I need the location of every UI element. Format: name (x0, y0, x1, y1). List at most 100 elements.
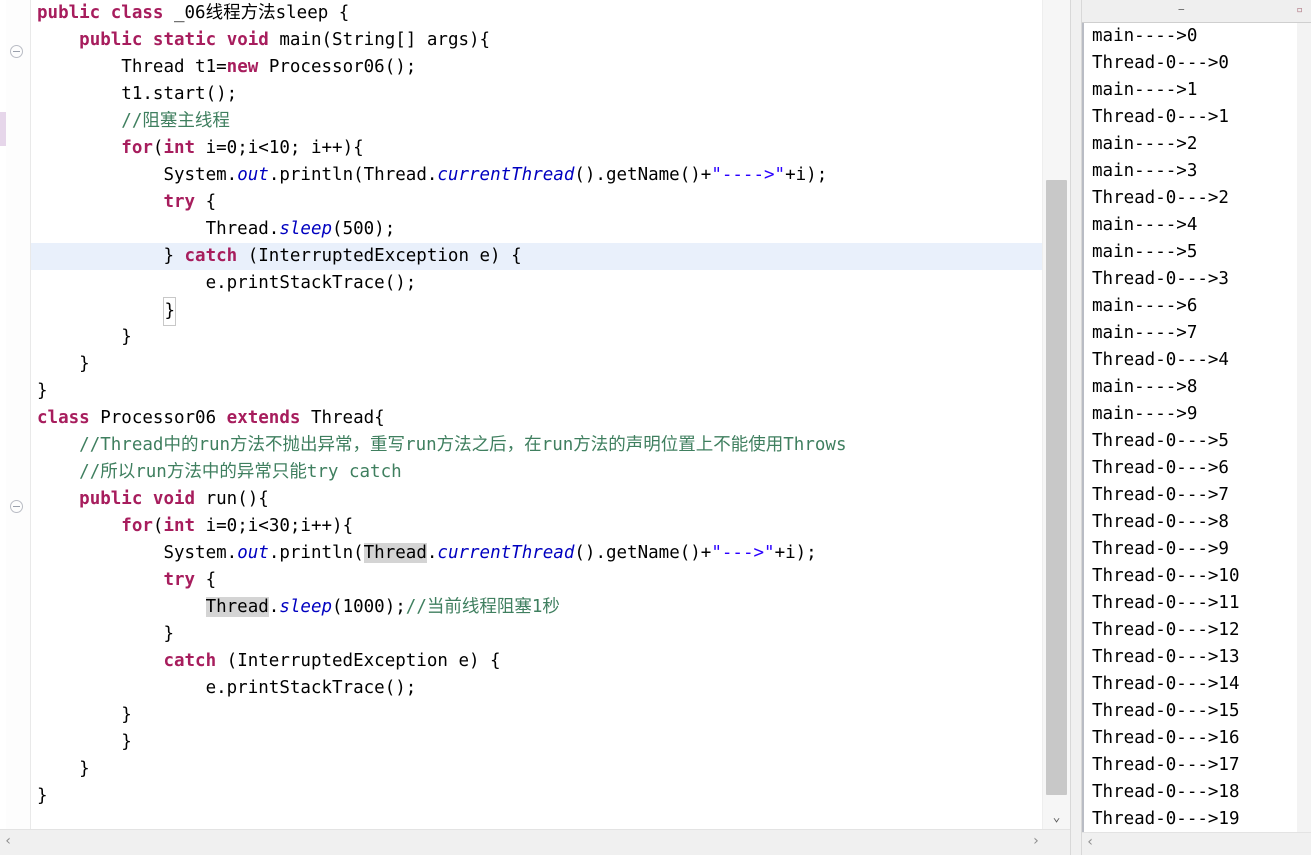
code-line-text: } (31, 783, 48, 810)
code-line-text: e.printStackTrace(); (31, 675, 417, 702)
code-line[interactable]: } catch (InterruptedException e) { (31, 243, 1043, 270)
code-line[interactable]: public class _06线程方法sleep { (31, 0, 1043, 27)
console-line: Thread-0--->9 (1092, 539, 1229, 559)
code-text-area[interactable]: public class _06线程方法sleep { public stati… (31, 0, 1043, 830)
code-line[interactable]: Thread t1=new Processor06(); (31, 54, 1043, 81)
code-line[interactable]: } (31, 621, 1043, 648)
code-line-text: try { (31, 189, 216, 216)
console-line: Thread-0--->18 (1092, 782, 1240, 802)
code-line[interactable]: Thread.sleep(500); (31, 216, 1043, 243)
fold-collapse-icon[interactable] (10, 45, 23, 58)
code-line-text: catch (InterruptedException e) { (31, 648, 500, 675)
console-output[interactable]: main---->0 Thread-0--->0 main---->1 Thread-… (1082, 23, 1297, 833)
chevron-left-icon[interactable]: ‹ (1086, 834, 1094, 850)
code-token: try (163, 570, 206, 590)
horizontal-scroll-thumb[interactable] (16, 834, 1038, 850)
fold-collapse-icon[interactable] (10, 500, 23, 513)
console-line: Thread-0--->1 (1092, 107, 1229, 127)
code-token: catch (163, 651, 227, 671)
console-line: Thread-0--->11 (1092, 593, 1240, 613)
code-line-text: Thread t1=new Processor06(); (31, 54, 416, 81)
code-line-text: try { (31, 567, 216, 594)
console-toolbar[interactable]: − ▫ (1082, 0, 1311, 23)
minimize-icon[interactable]: − (1178, 3, 1185, 16)
console-line: main---->2 (1092, 134, 1198, 154)
code-token: } (163, 297, 176, 326)
code-line[interactable]: } (31, 378, 1043, 405)
code-line[interactable]: System.out.println(Thread.currentThread(… (31, 540, 1043, 567)
code-token: } (79, 759, 90, 779)
scroll-up-area[interactable] (1043, 0, 1070, 17)
chevron-down-icon[interactable]: ⌄ (1043, 806, 1070, 830)
chevron-left-icon[interactable]: ‹ (4, 833, 12, 849)
code-line[interactable]: e.printStackTrace(); (31, 270, 1043, 297)
code-token: class (110, 3, 174, 23)
code-line[interactable]: //阻塞主线程 (31, 108, 1043, 135)
code-line[interactable]: } (31, 351, 1043, 378)
code-line[interactable]: //Thread中的run方法不抛出异常，重写run方法之后，在run方法的声明… (31, 432, 1043, 459)
code-line[interactable]: catch (InterruptedException e) { (31, 648, 1043, 675)
console-line: Thread-0--->8 (1092, 512, 1229, 532)
code-token: sleep (279, 597, 333, 617)
code-line-text: } (31, 351, 90, 378)
code-token: //当前线程阻塞1秒 (405, 597, 560, 617)
code-line[interactable]: Thread.sleep(1000);//当前线程阻塞1秒 (31, 594, 1043, 621)
pane-splitter[interactable] (1070, 0, 1082, 855)
code-line[interactable]: try { (31, 567, 1043, 594)
code-token: { (205, 192, 217, 212)
code-token: public (79, 489, 153, 509)
console-line: Thread-0--->16 (1092, 728, 1240, 748)
console-line: main---->0 (1092, 26, 1198, 46)
code-token: extends (226, 408, 311, 428)
code-line[interactable]: public static void main(String[] args){ (31, 27, 1043, 54)
code-token: } (163, 246, 185, 266)
code-token: try (163, 192, 206, 212)
code-token: currentThread (437, 543, 575, 563)
code-token: +i); (785, 165, 828, 185)
code-token: currentThread (437, 165, 575, 185)
code-line[interactable]: } (31, 324, 1043, 351)
code-line[interactable]: t1.start(); (31, 81, 1043, 108)
code-line-text: } (31, 621, 174, 648)
console-horizontal-scrollbar[interactable]: ‹ (1082, 832, 1311, 855)
code-line[interactable]: class Processor06 extends Thread{ (31, 405, 1043, 432)
code-token: .println(Thread. (268, 165, 438, 185)
code-line-text: System.out.println(Thread.currentThread(… (31, 162, 827, 189)
code-editor-pane: public class _06线程方法sleep { public stati… (0, 0, 1070, 855)
console-vertical-scrollbar[interactable] (1297, 23, 1311, 833)
code-token: void (152, 489, 206, 509)
chevron-right-icon[interactable]: › (1032, 833, 1040, 849)
maximize-icon[interactable]: ▫ (1296, 3, 1303, 16)
console-line: Thread-0--->7 (1092, 485, 1229, 505)
code-line[interactable]: } (31, 783, 1043, 810)
code-line[interactable]: } (31, 702, 1043, 729)
code-token: for (121, 516, 153, 536)
console-line: main---->9 (1092, 404, 1198, 424)
code-token: t1.start(); (121, 84, 238, 104)
code-line[interactable]: } (31, 756, 1043, 783)
code-token: Processor06(); (268, 57, 417, 77)
code-line[interactable]: //所以run方法中的异常只能try catch (31, 459, 1043, 486)
code-token: class (37, 408, 101, 428)
code-line[interactable]: public void run(){ (31, 486, 1043, 513)
code-token: ( (152, 138, 164, 158)
code-line-text: } (31, 702, 132, 729)
code-token: Thread (363, 543, 427, 563)
editor-horizontal-scrollbar[interactable]: ‹ › (0, 829, 1070, 855)
code-token: } (37, 786, 48, 806)
code-line[interactable]: } (31, 297, 1043, 326)
editor-vertical-scrollbar[interactable]: ⌄ (1042, 0, 1070, 830)
code-line[interactable]: } (31, 729, 1043, 756)
code-line[interactable]: for(int i=0;i<10; i++){ (31, 135, 1043, 162)
editor-gutter[interactable] (6, 0, 31, 830)
code-line-text: //阻塞主线程 (31, 108, 230, 135)
code-line[interactable]: e.printStackTrace(); (31, 675, 1043, 702)
code-line[interactable]: for(int i=0;i<30;i++){ (31, 513, 1043, 540)
vertical-scroll-thumb[interactable] (1046, 180, 1067, 795)
code-token: } (37, 381, 48, 401)
code-line[interactable]: System.out.println(Thread.currentThread(… (31, 162, 1043, 189)
code-line[interactable]: try { (31, 189, 1043, 216)
code-token: } (121, 705, 132, 725)
code-line-text: //Thread中的run方法不抛出异常，重写run方法之后，在run方法的声明… (31, 432, 846, 459)
console-line: Thread-0--->15 (1092, 701, 1240, 721)
